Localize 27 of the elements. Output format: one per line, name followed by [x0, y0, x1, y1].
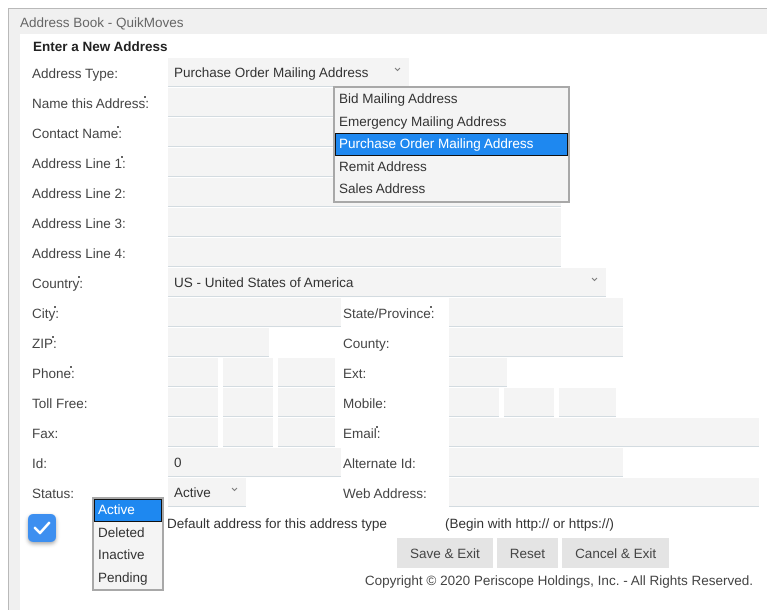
field-label: State/Province: [343, 306, 435, 320]
field-label: Address Line 4: [32, 246, 126, 260]
field-label: Name this Address: [32, 96, 150, 110]
field-label: ZIP: [32, 336, 57, 350]
field-label: Status: [32, 486, 74, 500]
form-heading: Enter a New Address [32, 38, 169, 56]
field-label: Email: [343, 426, 381, 440]
field-label: Fax: [32, 426, 58, 440]
field-label: Id: [32, 456, 48, 470]
field-label: City: [32, 306, 59, 320]
window-title: Address Book - QuikMoves [20, 14, 185, 32]
field-label: County: [343, 336, 390, 350]
field-label: Country: [32, 276, 84, 290]
field-label: Phone: [32, 366, 75, 380]
hint-text: (Begin with http:// or https://) [445, 516, 614, 530]
field-label: Web Address: [343, 486, 427, 500]
checkbox-label: Default address for this address type [167, 516, 388, 530]
field-label: Toll Free: [32, 396, 88, 410]
field-label: Contact Name: [32, 126, 122, 140]
field-label: Address Line 2: [32, 186, 126, 200]
field-label: Address Line 3: [32, 216, 126, 230]
copyright-text: Copyright © 2020 Periscope Holdings, Inc. - All Rights Reserved. [364, 573, 753, 588]
field-label: Alternate Id: [343, 456, 416, 470]
field-label: Address Type: [32, 66, 118, 80]
field-label: Ext: [343, 366, 366, 380]
field-label: Address Line 1: [32, 156, 126, 170]
field-label: Mobile: [343, 396, 387, 410]
